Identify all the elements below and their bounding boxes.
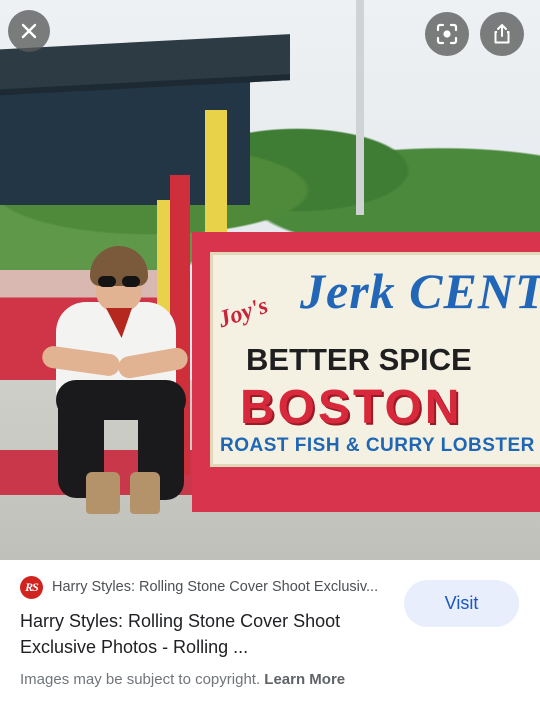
copyright-text: Images may be subject to copyright. xyxy=(20,671,261,688)
sign-text-jerk-centre: Jerk CENT xyxy=(300,263,540,319)
learn-more-link[interactable]: Learn More xyxy=(264,671,345,688)
boot xyxy=(86,472,120,514)
sign-text-boston: BOSTON xyxy=(240,381,463,434)
sunglasses xyxy=(98,276,142,287)
lens-search-icon xyxy=(436,23,458,45)
source-row[interactable]: RS Harry Styles: Rolling Stone Cover Sho… xyxy=(20,575,378,599)
copyright-notice: Images may be subject to copyright. Lear… xyxy=(20,671,345,688)
shelter-post xyxy=(205,110,227,250)
result-info-panel: RS Harry Styles: Rolling Stone Cover Sho… xyxy=(0,560,540,705)
lens-search-button[interactable] xyxy=(425,12,469,56)
result-image[interactable]: Joy's Jerk CENT BETTER SPICE BOSTON ROAS… xyxy=(0,0,540,560)
boot xyxy=(130,472,160,514)
share-icon xyxy=(494,24,510,44)
seated-person xyxy=(38,240,198,520)
result-title[interactable]: Harry Styles: Rolling Stone Cover Shoot … xyxy=(20,608,380,660)
close-button[interactable] xyxy=(8,10,50,52)
utility-pole xyxy=(356,0,364,215)
person-knees xyxy=(56,380,186,420)
rolling-stone-logo-icon: RS xyxy=(20,575,43,599)
sign-text-better-spice: BETTER SPICE xyxy=(246,342,472,377)
source-name[interactable]: Harry Styles: Rolling Stone Cover Shoot … xyxy=(52,579,378,595)
close-icon xyxy=(21,23,37,39)
share-button[interactable] xyxy=(480,12,524,56)
sign-text-roast-fish: ROAST FISH & CURRY LOBSTER (Cooked xyxy=(220,435,540,456)
visit-button[interactable]: Visit xyxy=(404,580,519,627)
